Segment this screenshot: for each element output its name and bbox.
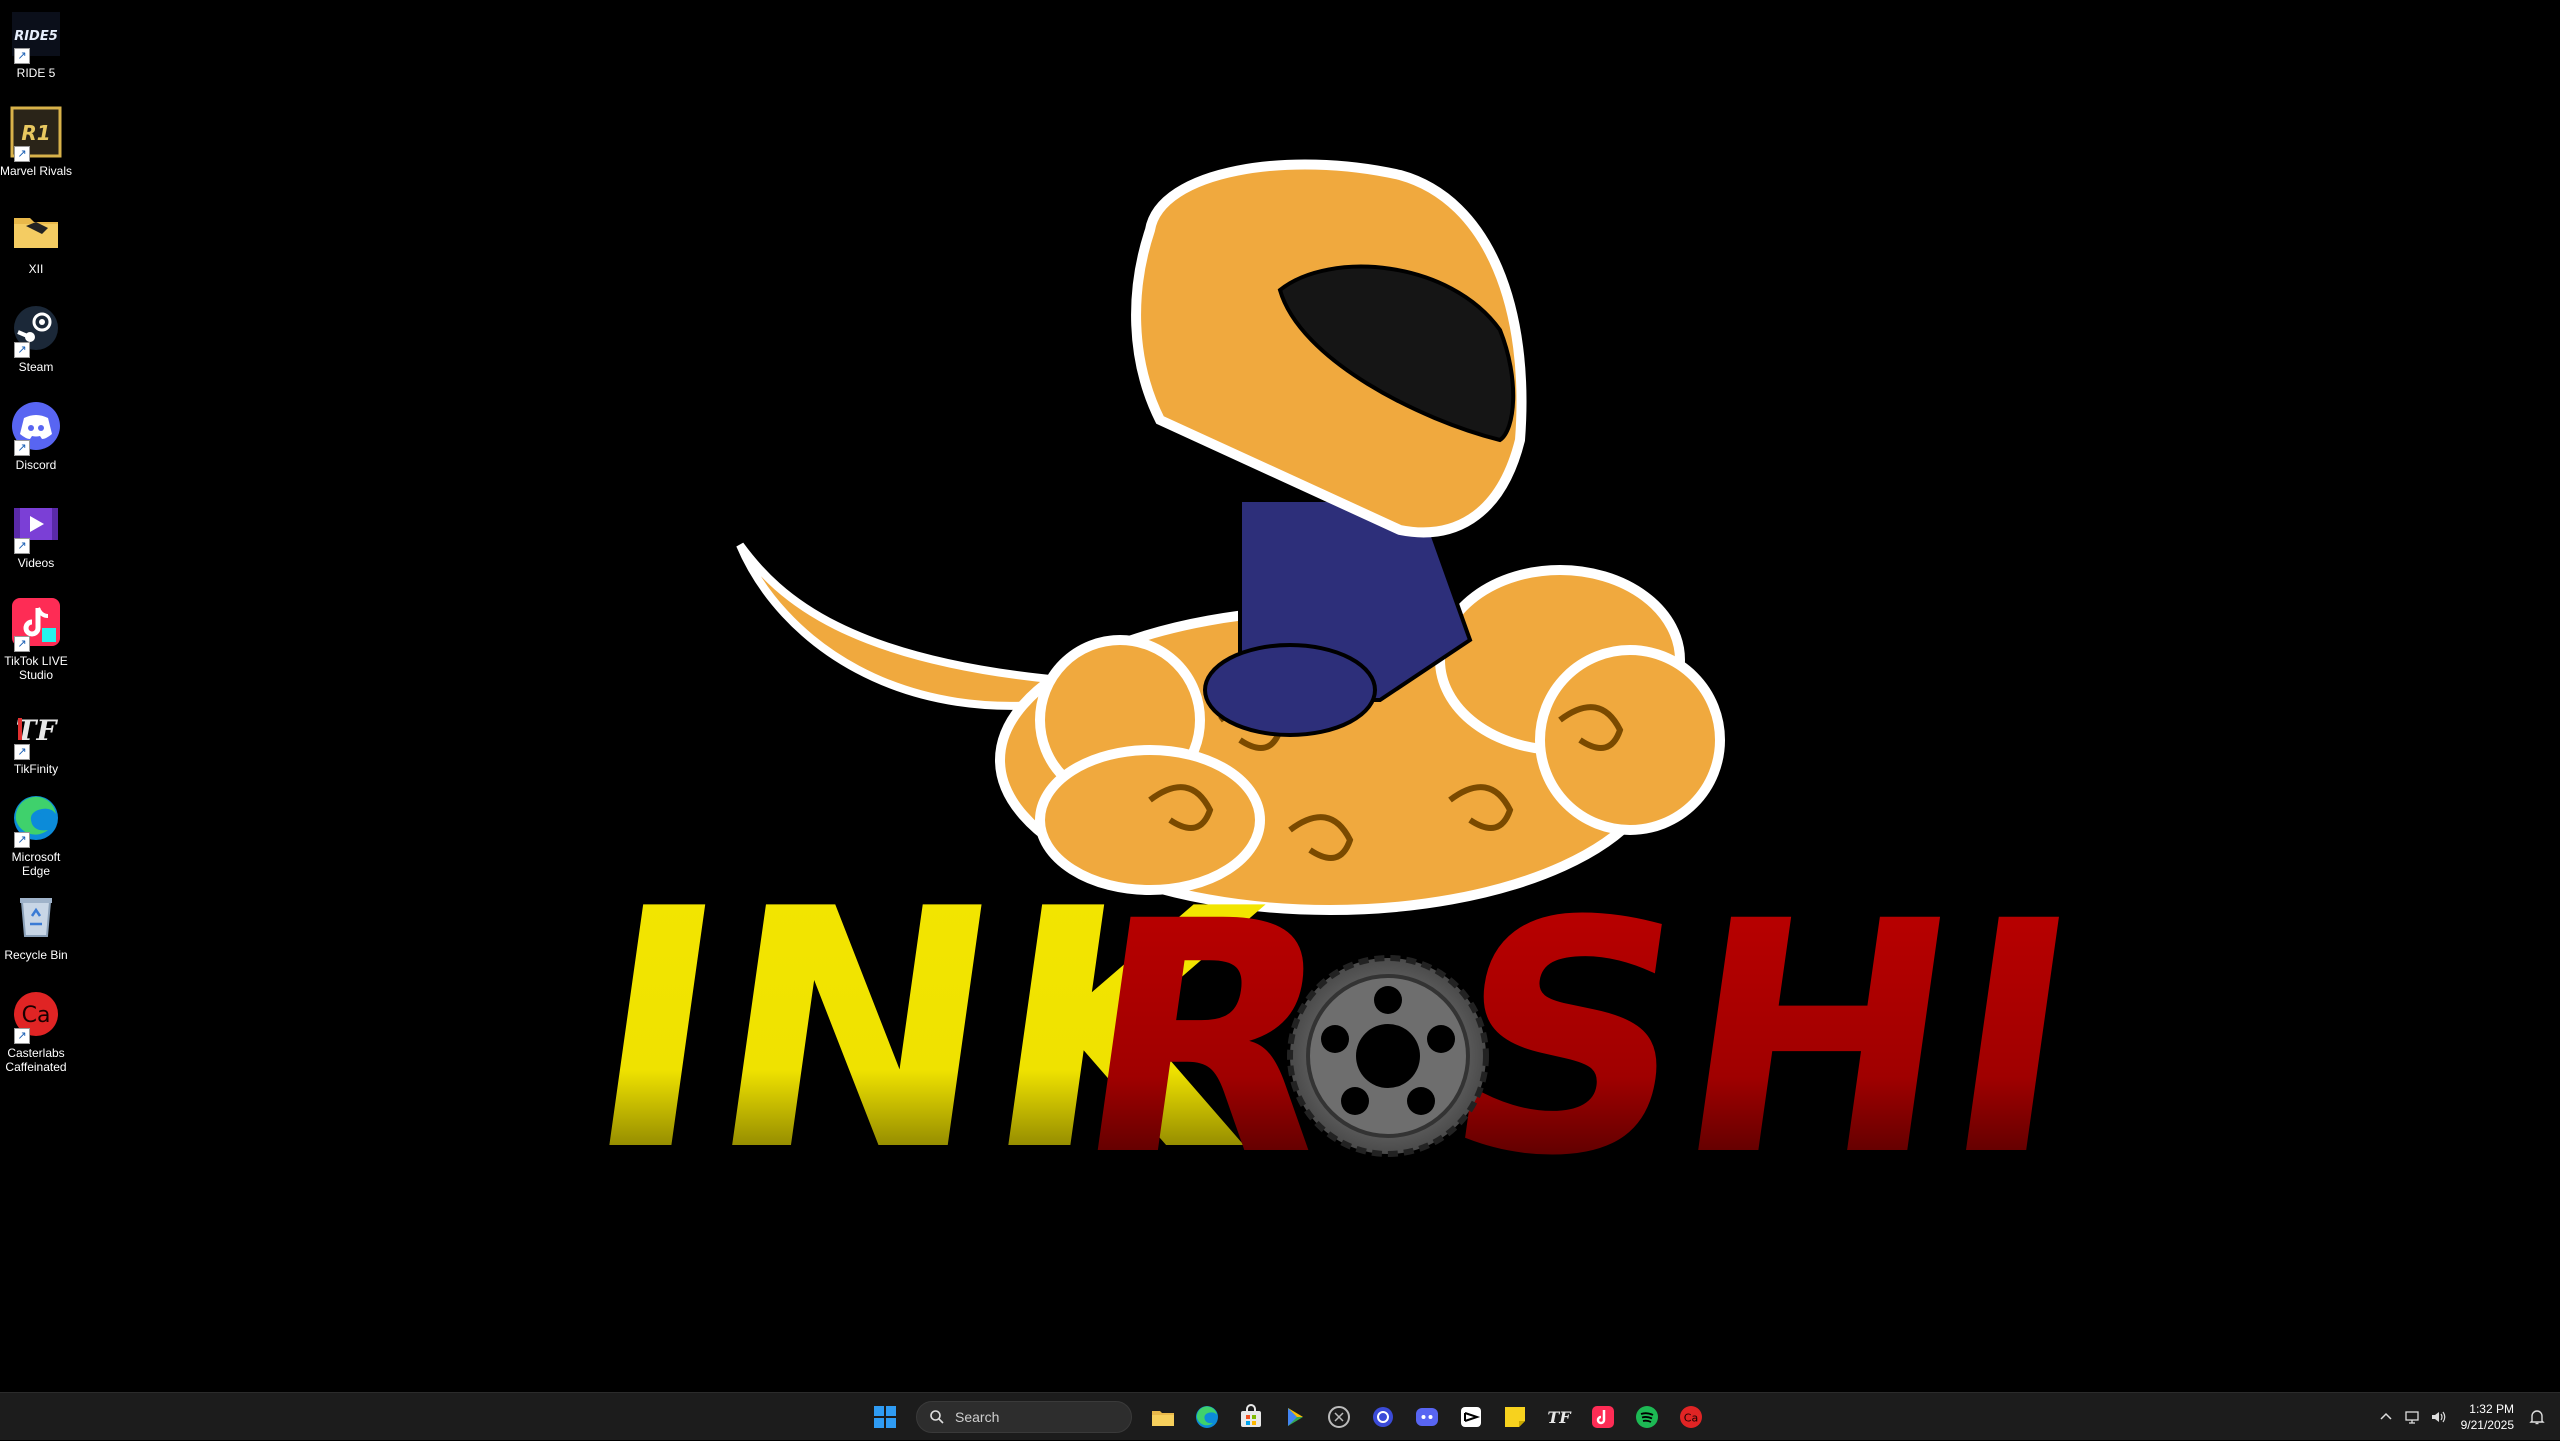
desktop-icon-label: Marvel Rivals [0,164,73,178]
discord-icon [1416,1408,1438,1426]
tray-network[interactable] [2399,1404,2425,1430]
clipchamp-icon [1328,1406,1350,1428]
desktop-icon-label: RIDE 5 [16,66,56,80]
sticky-notes-icon [1505,1407,1525,1427]
svg-text:TF: TF [1547,1408,1572,1427]
sprocket-icon [1287,955,1489,1157]
desktop-icon-videos[interactable]: ↗ Videos [0,490,72,586]
desktop-icon-discord[interactable]: ↗ Discord [0,392,72,488]
tikfinity-icon: TF [1547,1408,1572,1427]
clock-date: 9/21/2025 [2460,1418,2514,1432]
shortcut-arrow-icon: ↗ [14,636,30,652]
bell-icon [2529,1410,2545,1425]
desktop-icon-recycle-bin[interactable]: Recycle Bin [0,882,72,978]
taskbar-center: Search TF Ca [866,1393,1710,1441]
recycle-bin-icon [20,898,52,937]
taskbar-file-explorer[interactable] [1144,1398,1182,1436]
casterlabs-icon: Ca [1680,1406,1702,1428]
shortcut-arrow-icon: ↗ [14,48,30,64]
taskbar-discord[interactable] [1408,1398,1446,1436]
file-explorer-icon [1152,1411,1174,1426]
svg-text:Ca: Ca [22,1003,51,1028]
taskbar-capcut[interactable] [1452,1398,1490,1436]
desktop-icon-tikfinity[interactable]: TF ↗ TikFinity [0,696,72,792]
taskbar-copilot[interactable] [1364,1398,1402,1436]
svg-text:Ca: Ca [1684,1412,1698,1425]
folder-icon [14,218,58,248]
start-icon [874,1406,896,1428]
system-tray: 1:32 PM 9/21/2025 [2373,1393,2560,1441]
desktop-icon-label: TikTok LIVE Studio [4,654,68,682]
shortcut-arrow-icon: ↗ [14,538,30,554]
taskbar-edge[interactable] [1188,1398,1226,1436]
svg-text:R1: R1 [21,121,50,145]
store-icon [1241,1404,1261,1427]
taskbar: Search TF Ca 1:32 PM 9/21/2025 [0,1392,2560,1440]
desktop-icon-steam[interactable]: ↗ Steam [0,294,72,390]
search-placeholder: Search [955,1409,1000,1425]
capcut-icon [1461,1407,1481,1427]
desktop-icon-xii[interactable]: XII [0,196,72,292]
desktop-icon-label: Videos [17,556,55,570]
taskbar-store[interactable] [1232,1398,1270,1436]
tray-volume[interactable] [2425,1404,2451,1430]
taskbar-search[interactable]: Search [916,1401,1132,1433]
copilot-icon [1373,1407,1393,1427]
shortcut-arrow-icon: ↗ [14,832,30,848]
taskbar-spotify[interactable] [1628,1398,1666,1436]
tiktok-icon [1592,1406,1614,1428]
volume-icon [2431,1411,2445,1423]
logo-text-shi: SHI [1428,853,2098,1225]
search-icon [930,1410,944,1424]
taskbar-tiktok[interactable] [1584,1398,1622,1436]
desktop-icon-ride5[interactable]: RIDE5 ↗ RIDE 5 [0,0,72,96]
desktop-icon-edge[interactable]: ↗ Microsoft Edge [0,784,72,880]
desktop-icon-label: Recycle Bin [4,948,68,962]
svg-text:TF: TF [16,714,59,747]
edge-icon [1196,1406,1218,1428]
start-button[interactable] [866,1398,904,1436]
shortcut-arrow-icon: ↗ [14,342,30,358]
network-icon [2404,1411,2419,1424]
inkroshi-logo: INK R SHI [568,159,2098,1226]
shortcut-arrow-icon: ↗ [14,440,30,456]
spotify-icon [1636,1406,1658,1428]
desktop-icon-label: XII [28,262,44,276]
desktop-icon-casterlabs[interactable]: Ca ↗ Casterlabs Caffeinated [0,980,72,1076]
desktop-icon-marvel-rivals[interactable]: R1 ↗ Marvel Rivals [0,98,72,194]
shortcut-arrow-icon: ↗ [14,744,30,760]
clock-time: 1:32 PM [2469,1402,2514,1416]
tray-overflow-button[interactable] [2373,1404,2399,1430]
play-store-icon [1288,1408,1303,1426]
chevron-up-icon [2380,1412,2392,1420]
shortcut-arrow-icon: ↗ [14,146,30,162]
svg-text:RIDE5: RIDE5 [14,29,58,44]
taskbar-tikfinity[interactable]: TF [1540,1398,1578,1436]
desktop-icon-label: Steam [18,360,54,374]
desktop-icon-label: TikFinity [13,762,59,776]
taskbar-clipchamp[interactable] [1320,1398,1358,1436]
taskbar-play-store[interactable] [1276,1398,1314,1436]
wallpaper: INK R SHI [568,159,2098,1226]
desktop-icon-tiktok-live-studio[interactable]: ↗ TikTok LIVE Studio [0,588,72,684]
desktop-icon-label: Casterlabs Caffeinated [5,1046,67,1074]
shortcut-arrow-icon: ↗ [14,1028,30,1044]
taskbar-casterlabs[interactable]: Ca [1672,1398,1710,1436]
clock[interactable]: 1:32 PM 9/21/2025 [2461,1401,2514,1433]
desktop-icon-label: Discord [15,458,57,472]
desktop-icon-label: Microsoft Edge [11,850,61,878]
notification-center-button[interactable] [2522,1402,2552,1432]
taskbar-sticky-notes[interactable] [1496,1398,1534,1436]
